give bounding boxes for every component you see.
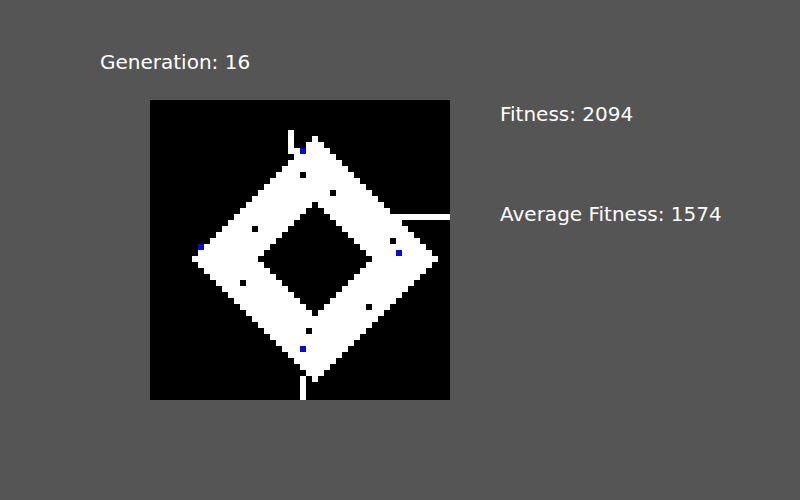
live-cell-run bbox=[234, 298, 300, 304]
live-cell-run bbox=[300, 364, 330, 370]
stat-label: Fitness: 2094 bbox=[500, 102, 722, 126]
agent-cell bbox=[300, 346, 306, 352]
live-cell-run bbox=[360, 244, 426, 250]
live-cell-run bbox=[306, 142, 324, 148]
live-cell-run bbox=[198, 244, 270, 250]
live-cell-run bbox=[348, 232, 414, 238]
live-cell-run bbox=[348, 280, 414, 286]
live-cell-run bbox=[288, 148, 330, 154]
live-cell-run bbox=[330, 298, 396, 304]
live-cell-run bbox=[324, 208, 390, 214]
live-cell-run bbox=[354, 274, 420, 280]
live-cell-run bbox=[288, 136, 294, 142]
live-cell-run bbox=[312, 376, 318, 382]
live-cell-run bbox=[264, 184, 366, 190]
live-cell-run bbox=[366, 250, 432, 256]
live-cell-run bbox=[240, 304, 306, 310]
live-cell-run bbox=[258, 226, 288, 232]
live-cell-run bbox=[222, 226, 252, 232]
live-cell-run bbox=[276, 340, 354, 346]
main-row: Fitness: 2094 Average Fitness: 1574 bbox=[100, 100, 800, 400]
live-cell-run bbox=[198, 250, 264, 256]
live-cell-run bbox=[270, 334, 360, 340]
live-cell-run bbox=[258, 190, 330, 196]
live-cell-run bbox=[318, 310, 384, 316]
live-cell-run bbox=[294, 358, 336, 364]
live-cell-run bbox=[198, 262, 264, 268]
live-cell-run bbox=[192, 256, 258, 262]
live-cell-run bbox=[300, 388, 306, 394]
live-cell-run bbox=[288, 142, 294, 148]
live-cell-run bbox=[330, 214, 450, 220]
live-cell-run bbox=[300, 376, 306, 382]
live-cell-run bbox=[258, 322, 372, 328]
live-cell-run bbox=[336, 190, 372, 196]
live-cell-run bbox=[216, 280, 240, 286]
live-cell-run bbox=[228, 292, 294, 298]
live-cell-run bbox=[234, 214, 300, 220]
live-cell-run bbox=[204, 268, 270, 274]
live-cell-run bbox=[324, 304, 366, 310]
world-canvas bbox=[150, 100, 450, 400]
live-cell-run bbox=[252, 316, 378, 322]
live-cell-run bbox=[312, 136, 318, 142]
live-cell-run bbox=[276, 172, 300, 178]
live-cell-run bbox=[312, 328, 366, 334]
live-cell-run bbox=[336, 220, 402, 226]
live-cell-run bbox=[246, 202, 312, 208]
live-cell-run bbox=[300, 394, 306, 400]
live-cell-run bbox=[318, 202, 384, 208]
live-cell-run bbox=[246, 310, 312, 316]
live-cell-run bbox=[222, 286, 288, 292]
live-cell-run bbox=[306, 172, 354, 178]
live-cell-run bbox=[396, 238, 420, 244]
generation-label: Generation: 16 bbox=[100, 50, 800, 74]
stats-panel: Fitness: 2094 Average Fitness: 1574 bbox=[500, 100, 722, 226]
live-cell-run bbox=[288, 160, 342, 166]
live-cell-run bbox=[306, 370, 324, 376]
live-cell-run bbox=[354, 238, 390, 244]
live-cell-run bbox=[240, 208, 306, 214]
live-cell-run bbox=[228, 220, 294, 226]
live-cell-run bbox=[336, 292, 402, 298]
live-cell-run bbox=[288, 130, 294, 136]
stat-label: Average Fitness: 1574 bbox=[500, 202, 722, 226]
live-cell-run bbox=[366, 262, 432, 268]
live-cell-run bbox=[282, 166, 348, 172]
live-cell-run bbox=[210, 238, 276, 244]
live-cell-run bbox=[210, 274, 276, 280]
live-cell-run bbox=[342, 226, 408, 232]
live-cell-run bbox=[282, 346, 348, 352]
live-cell-run bbox=[264, 328, 306, 334]
live-cell-run bbox=[372, 304, 390, 310]
live-cell-run bbox=[372, 256, 438, 262]
live-cell-run bbox=[294, 154, 336, 160]
agent-cell bbox=[300, 148, 306, 154]
live-cell-run bbox=[360, 268, 426, 274]
live-cell-run bbox=[288, 352, 342, 358]
live-cell-run bbox=[246, 280, 282, 286]
agent-cell bbox=[198, 244, 204, 250]
simulation-screen: Generation: 16 Fitness: 2094 Average Fitne… bbox=[0, 0, 800, 500]
live-cell-run bbox=[342, 286, 408, 292]
live-cell-run bbox=[270, 178, 360, 184]
agent-cell bbox=[396, 250, 402, 256]
live-cell-run bbox=[300, 382, 306, 388]
live-cell-run bbox=[252, 196, 378, 202]
live-cell-run bbox=[216, 232, 282, 238]
